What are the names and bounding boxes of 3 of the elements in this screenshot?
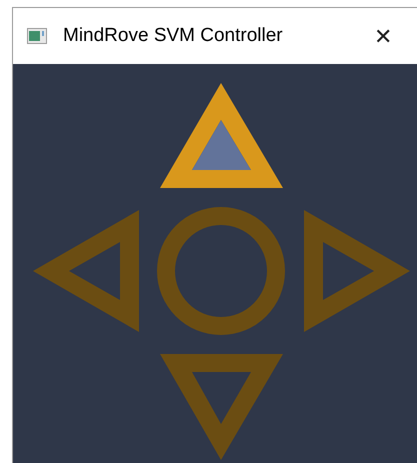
app-icon [27,28,47,44]
window-title: MindRove SVM Controller [63,24,283,48]
close-button[interactable]: ✕ [363,16,403,56]
